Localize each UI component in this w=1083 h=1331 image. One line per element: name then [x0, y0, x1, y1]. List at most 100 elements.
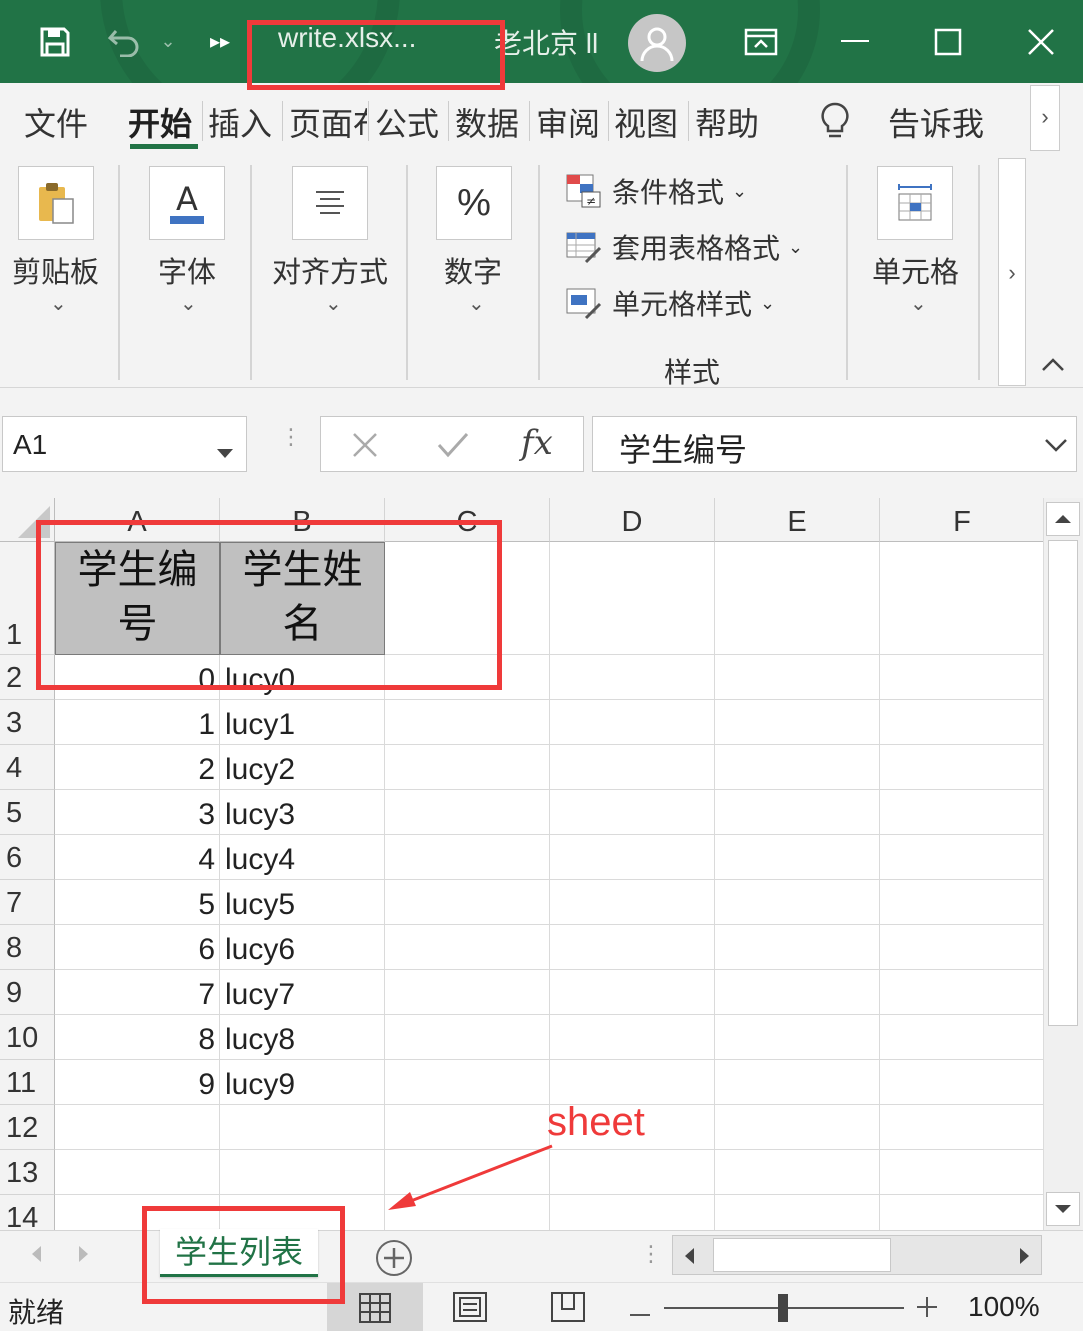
- row-header-8[interactable]: 8: [0, 925, 55, 970]
- column-header-b[interactable]: B: [220, 498, 385, 542]
- save-icon[interactable]: [30, 0, 80, 83]
- cell[interactable]: [880, 1015, 1045, 1060]
- cell[interactable]: [385, 1015, 550, 1060]
- cell[interactable]: [715, 970, 880, 1015]
- row-header-11[interactable]: 11: [0, 1060, 55, 1105]
- cell[interactable]: [385, 925, 550, 970]
- cell-student-id[interactable]: 5: [55, 880, 220, 925]
- minimize-icon[interactable]: [835, 0, 875, 83]
- vertical-scrollbar[interactable]: [1043, 498, 1083, 1230]
- scroll-left-icon[interactable]: [683, 1247, 695, 1270]
- tab-split-grip-icon[interactable]: ⋮: [640, 1241, 662, 1267]
- group-cells[interactable]: 单元格: [872, 249, 959, 291]
- cell-student-name[interactable]: lucy9: [220, 1060, 385, 1105]
- cell[interactable]: [55, 1195, 220, 1230]
- cell[interactable]: [220, 1150, 385, 1195]
- cells-dropdown-icon[interactable]: ⌄: [910, 291, 927, 316]
- cell[interactable]: [385, 790, 550, 835]
- cell[interactable]: [880, 1105, 1045, 1150]
- cell-student-name[interactable]: lucy2: [220, 745, 385, 790]
- cell[interactable]: [880, 970, 1045, 1015]
- cell[interactable]: [880, 700, 1045, 745]
- cell-student-id[interactable]: 7: [55, 970, 220, 1015]
- cell-student-id[interactable]: 2: [55, 745, 220, 790]
- collapse-ribbon-icon[interactable]: [1040, 353, 1066, 379]
- tab-page-layout[interactable]: 页面布: [289, 99, 367, 145]
- cell[interactable]: [220, 1195, 385, 1230]
- tab-help[interactable]: 帮助: [695, 99, 759, 145]
- cell-student-id[interactable]: 1: [55, 700, 220, 745]
- header-cell-student-name[interactable]: 学生姓名: [220, 542, 385, 655]
- alignment-dropdown-icon[interactable]: ⌄: [325, 291, 342, 316]
- number-format-icon[interactable]: %: [436, 166, 512, 240]
- add-sheet-icon[interactable]: [374, 1238, 414, 1283]
- zoom-out-icon[interactable]: [630, 1305, 650, 1323]
- alignment-icon[interactable]: [292, 166, 368, 240]
- sheet-tab-students[interactable]: 学生列表: [160, 1229, 318, 1277]
- cell[interactable]: [385, 745, 550, 790]
- zoom-slider-thumb[interactable]: [778, 1294, 788, 1322]
- cell[interactable]: [715, 1150, 880, 1195]
- tab-home[interactable]: 开始: [128, 99, 192, 145]
- cell[interactable]: [55, 1105, 220, 1150]
- cell[interactable]: [880, 835, 1045, 880]
- row-header-2[interactable]: 2: [0, 655, 55, 700]
- cell[interactable]: [220, 1105, 385, 1150]
- name-box-dropdown-icon[interactable]: [216, 435, 234, 467]
- row-header-10[interactable]: 10: [0, 1015, 55, 1060]
- cell[interactable]: [880, 542, 1045, 655]
- undo-icon[interactable]: [105, 0, 145, 83]
- cell[interactable]: [880, 1150, 1045, 1195]
- cell-student-name[interactable]: lucy8: [220, 1015, 385, 1060]
- cell[interactable]: [385, 1060, 550, 1105]
- cell[interactable]: [715, 1015, 880, 1060]
- cell[interactable]: [880, 655, 1045, 700]
- group-clipboard[interactable]: 剪贴板: [12, 249, 99, 291]
- cancel-formula-icon[interactable]: [351, 431, 379, 464]
- clipboard-icon[interactable]: [18, 166, 94, 240]
- row-header-6[interactable]: 6: [0, 835, 55, 880]
- group-number[interactable]: 数字: [444, 249, 502, 291]
- column-header-d[interactable]: D: [550, 498, 715, 542]
- cell-student-id[interactable]: 3: [55, 790, 220, 835]
- row-header-7[interactable]: 7: [0, 880, 55, 925]
- cell-student-id[interactable]: 6: [55, 925, 220, 970]
- maximize-icon[interactable]: [928, 0, 968, 83]
- more-commands-icon[interactable]: ▸▸: [205, 0, 235, 83]
- tell-me-search[interactable]: 告诉我: [888, 99, 984, 145]
- cells-icon[interactable]: [877, 166, 953, 240]
- name-box[interactable]: A1: [2, 416, 247, 472]
- cell[interactable]: [385, 542, 550, 655]
- header-cell-student-id[interactable]: 学生编号: [55, 542, 220, 655]
- cell[interactable]: [550, 700, 715, 745]
- cell[interactable]: [715, 790, 880, 835]
- cell[interactable]: [550, 970, 715, 1015]
- row-header-14[interactable]: 14: [0, 1195, 55, 1230]
- insert-function-icon[interactable]: fx: [521, 423, 553, 463]
- page-layout-view-button[interactable]: [452, 1291, 488, 1328]
- cell[interactable]: [880, 1195, 1045, 1230]
- prev-sheet-icon[interactable]: [30, 1245, 42, 1268]
- close-icon[interactable]: [1020, 0, 1062, 83]
- zoom-in-icon[interactable]: [916, 1296, 938, 1323]
- cell-student-name[interactable]: lucy0: [220, 655, 385, 700]
- ribbon-display-icon[interactable]: [740, 0, 782, 83]
- formula-bar-grip-icon[interactable]: ⋮: [280, 426, 302, 448]
- row-header-12[interactable]: 12: [0, 1105, 55, 1150]
- group-font[interactable]: 字体: [158, 249, 216, 291]
- row-header-3[interactable]: 3: [0, 700, 55, 745]
- cell[interactable]: [550, 880, 715, 925]
- cell[interactable]: [550, 655, 715, 700]
- cell[interactable]: [715, 745, 880, 790]
- confirm-formula-icon[interactable]: [437, 431, 469, 464]
- cell-student-name[interactable]: lucy7: [220, 970, 385, 1015]
- lightbulb-icon[interactable]: [818, 101, 852, 146]
- cell[interactable]: [715, 700, 880, 745]
- zoom-slider[interactable]: [664, 1294, 904, 1322]
- column-header-f[interactable]: F: [880, 498, 1045, 542]
- row-header-5[interactable]: 5: [0, 790, 55, 835]
- cell[interactable]: [550, 925, 715, 970]
- cell[interactable]: [550, 835, 715, 880]
- cell[interactable]: [550, 1015, 715, 1060]
- row-header-4[interactable]: 4: [0, 745, 55, 790]
